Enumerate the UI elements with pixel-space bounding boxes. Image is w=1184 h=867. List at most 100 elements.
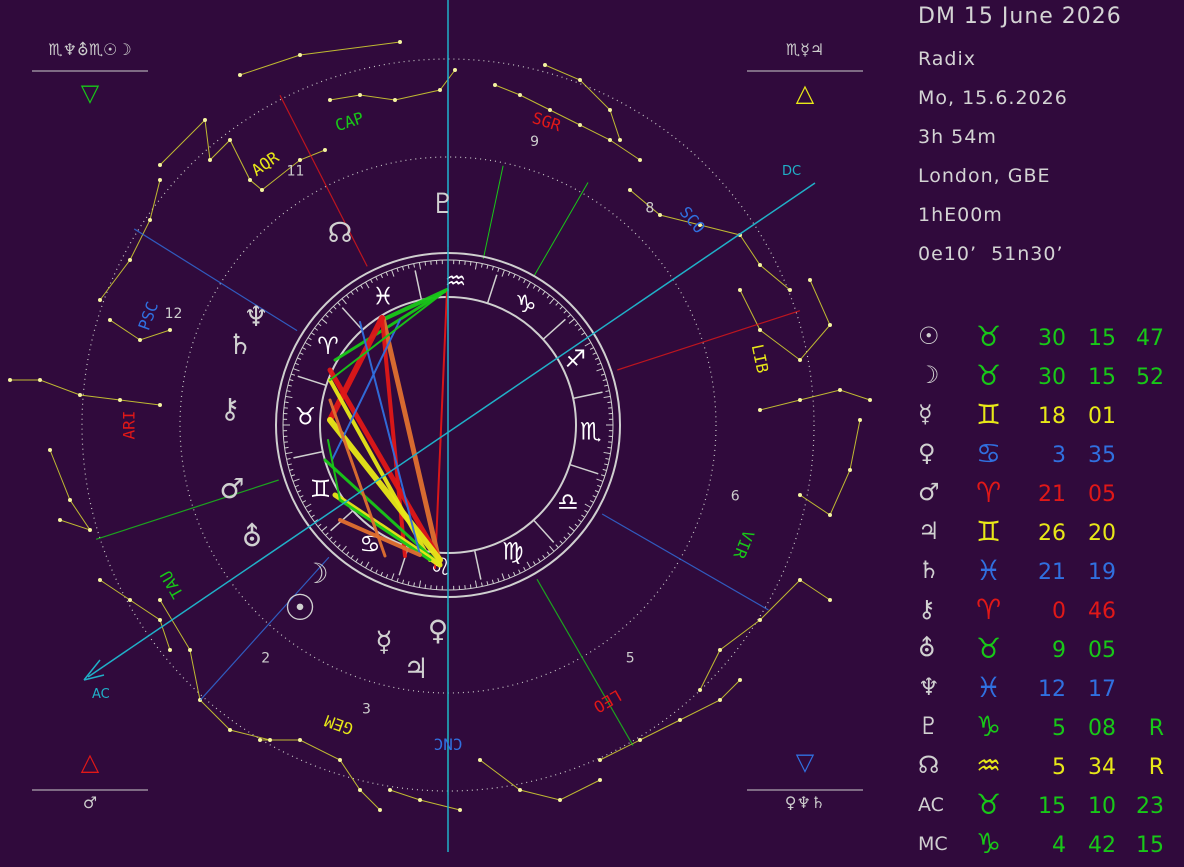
house-cusp-line <box>483 166 503 259</box>
star-dot <box>758 408 762 412</box>
sign-glyph-icon: ♉ <box>976 320 1001 353</box>
degree-tick <box>300 496 304 498</box>
degree-tick <box>329 537 332 540</box>
degree-tick <box>538 558 540 561</box>
constellation-line <box>760 390 870 410</box>
retrograde-flag: R <box>1142 716 1164 741</box>
position-minutes: 05 <box>1084 638 1116 663</box>
degree-tick <box>425 584 426 588</box>
star-dot <box>378 808 382 812</box>
sign-glyph-icon: ♑ <box>976 710 1001 743</box>
sign-divider <box>543 319 565 339</box>
star-dot <box>598 778 602 782</box>
star-dot <box>128 258 132 262</box>
degree-tick <box>547 552 549 555</box>
degree-tick <box>487 581 488 585</box>
position-minutes: 17 <box>1084 677 1116 702</box>
zodiac-sign-glyph-icon: ♏ <box>580 417 602 445</box>
degree-tick <box>297 490 301 492</box>
star-dot <box>388 788 392 792</box>
degree-tick <box>596 479 603 481</box>
star-dot <box>718 698 722 702</box>
star-dot <box>828 513 832 517</box>
degree-tick <box>315 328 318 330</box>
star-dot <box>88 528 92 532</box>
sign-glyph-icon: ♓ <box>976 554 1001 587</box>
zodiac-sign-glyph-icon: ♎ <box>557 488 579 516</box>
star-dot <box>453 68 457 72</box>
star-dot <box>38 378 42 382</box>
constellation-label-ari: ARI <box>120 411 139 440</box>
star-dot <box>868 398 872 402</box>
degree-tick <box>361 285 363 288</box>
degree-tick <box>295 363 299 364</box>
degree-tick <box>568 533 571 536</box>
constellation-label-cnc: CNC <box>434 735 463 754</box>
degree-tick <box>425 262 426 266</box>
degree-tick <box>386 272 387 276</box>
position-minutes: 46 <box>1084 599 1116 624</box>
degree-tick <box>397 268 398 272</box>
degree-tick <box>502 270 504 277</box>
star-dot <box>758 618 762 622</box>
degree-tick <box>366 562 370 568</box>
position-minutes: 01 <box>1084 404 1116 429</box>
star-dot <box>758 328 762 332</box>
star-dot <box>323 148 327 152</box>
element-water-triangle-icon: ▽ <box>81 79 100 107</box>
degree-tick <box>329 310 332 313</box>
retrograde-flag: R <box>1142 755 1164 780</box>
element-glyphs: ♏☿♃ <box>786 40 825 59</box>
degree-tick <box>285 447 289 448</box>
element-glyphs: ♂ <box>83 793 97 812</box>
element-fire-triangle-icon: △ <box>81 748 100 776</box>
degree-tick <box>498 578 499 582</box>
element-air-triangle-icon: △ <box>796 79 815 107</box>
position-minutes: 05 <box>1084 482 1116 507</box>
star-dot <box>48 448 52 452</box>
sign-glyph-icon: ♉ <box>976 632 1001 665</box>
sign-glyph-icon: ♊ <box>976 515 1001 548</box>
degree-tick <box>527 562 531 568</box>
constellation-line <box>480 760 600 800</box>
degree-tick <box>560 306 563 309</box>
degree-tick <box>475 581 476 588</box>
star-dot <box>328 98 332 102</box>
constellation-line <box>330 70 455 100</box>
star-dot <box>58 518 62 522</box>
degree-tick <box>508 272 509 276</box>
sign-glyph-icon: ♈ <box>976 476 1001 509</box>
degree-tick <box>289 380 293 381</box>
star-dot <box>848 468 852 472</box>
degree-tick <box>419 581 420 588</box>
position-row-chiron: ⚷♈046 <box>918 595 1180 633</box>
position-degrees: 15 <box>1036 794 1066 819</box>
degree-tick <box>286 396 293 397</box>
chart-axes: ACDC <box>84 0 815 852</box>
star-dot <box>158 618 162 622</box>
degree-tick <box>593 353 597 355</box>
degree-tick <box>593 496 597 498</box>
sign-divider <box>475 550 481 579</box>
star-dot <box>98 578 102 582</box>
degree-tick <box>333 541 336 544</box>
node-glyph-icon: ☊ <box>918 751 939 779</box>
degree-tick <box>597 363 601 364</box>
degree-tick <box>293 369 300 371</box>
house-number: 12 <box>165 306 183 322</box>
degree-tick <box>403 580 404 584</box>
star-dot <box>558 798 562 802</box>
star-dot <box>138 338 142 342</box>
star-dot <box>738 288 742 292</box>
position-minutes: 35 <box>1084 443 1116 468</box>
position-row-jupiter: ♃♊2620 <box>918 517 1180 555</box>
mercury-planet-icon: ☿ <box>375 625 392 658</box>
degree-tick <box>590 348 594 350</box>
mars-glyph-icon: ♂ <box>918 478 940 506</box>
star-dot <box>788 288 792 292</box>
sign-divider <box>488 275 497 304</box>
house-number: 3 <box>362 702 371 718</box>
saturn-glyph-icon: ♄ <box>918 556 940 584</box>
degree-tick <box>392 270 394 277</box>
degree-tick <box>550 546 554 551</box>
